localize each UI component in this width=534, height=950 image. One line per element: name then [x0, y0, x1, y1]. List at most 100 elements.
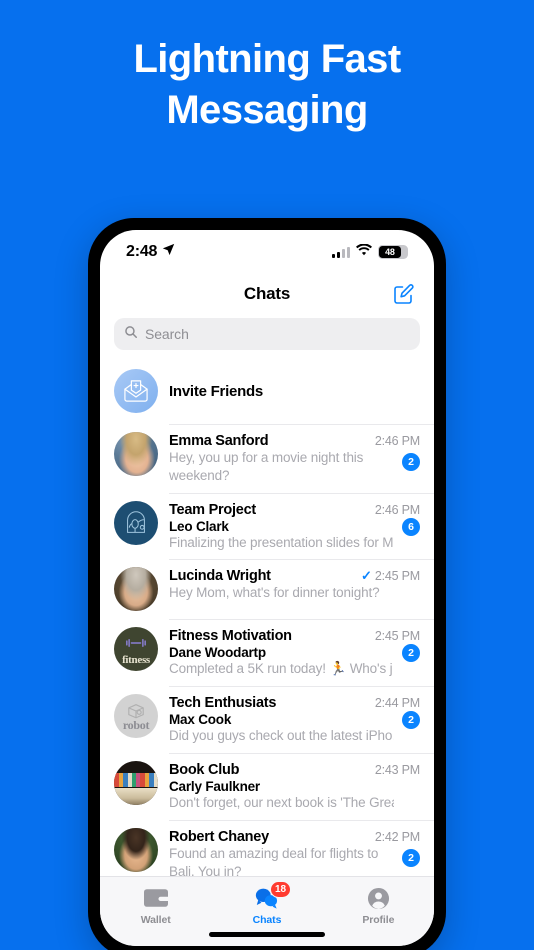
unread-badge: 2 — [402, 453, 420, 471]
chat-preview: Hey Mom, what's for dinner tonight? — [169, 585, 380, 601]
chat-meta: 2:42 PM — [375, 830, 420, 844]
chat-name: Team Project — [169, 501, 256, 518]
chat-time: 2:46 PM — [374, 502, 420, 517]
status-bar-left: 2:48 — [126, 243, 175, 261]
phone-screen: 2:48 48 Chats Search Invite Friends Emma… — [100, 230, 434, 946]
chat-body: Book Club 2:43 PM Carly Faulkner Don't f… — [169, 761, 420, 812]
headline-line-2: Messaging — [166, 88, 368, 133]
chat-time: 2:46 PM — [374, 434, 420, 448]
chat-list[interactable]: Invite Friends Emma Sanford 2:46 PM Hey,… — [100, 358, 434, 876]
chat-preview: Hey, you up for a movie night this weeke… — [169, 450, 364, 483]
fitness-logo-text: fitness — [122, 654, 150, 667]
search-placeholder: Search — [145, 326, 189, 342]
avatar — [114, 761, 158, 806]
avatar — [114, 567, 158, 612]
chat-body: Tech Enthusiats 2:44 PM Max Cook Did you… — [169, 694, 420, 745]
tab-profile-label: Profile — [362, 914, 395, 926]
chat-meta: 2:46 PM — [375, 434, 420, 448]
tab-profile[interactable]: Profile — [323, 885, 434, 926]
invite-friends-row[interactable]: Invite Friends — [100, 358, 434, 424]
chat-meta: 2:43 PM — [375, 763, 420, 777]
chat-row[interactable]: robot Tech Enthusiats 2:44 PM Max Cook D… — [100, 686, 434, 753]
chat-meta: 2:45 PM — [375, 629, 420, 643]
tab-chats-label: Chats — [252, 914, 282, 926]
chat-preview: Finalizing the presentation slides for M… — [169, 534, 394, 550]
chat-name: Emma Sanford — [169, 433, 269, 449]
nav-header: Chats — [100, 274, 434, 314]
compose-pencil-square-icon[interactable] — [392, 282, 416, 306]
avatar — [114, 432, 158, 476]
chat-name: Fitness Motivation — [169, 628, 292, 645]
chat-sender: Dane Woodartp — [169, 645, 266, 661]
status-bar: 2:48 48 — [100, 230, 434, 274]
chat-row[interactable]: fitness Fitness Motivation 2:45 PM Dane … — [100, 619, 434, 686]
location-arrow-icon — [162, 243, 175, 261]
page-title: Chats — [243, 284, 291, 303]
chat-row[interactable]: Emma Sanford 2:46 PM Hey, you up for a m… — [100, 424, 434, 493]
avatar — [114, 827, 158, 872]
promo-headline: Lightning Fast Messaging — [0, 34, 534, 136]
chat-name: Robert Chaney — [169, 828, 269, 845]
chat-time: 2:45 PM — [374, 629, 420, 644]
chat-preview: Don't forget, our next book is 'The Grea… — [169, 795, 394, 811]
search-icon — [124, 325, 138, 344]
chat-row[interactable]: Robert Chaney 2:42 PM Found an amazing d… — [100, 819, 434, 876]
invite-body: Invite Friends — [169, 382, 420, 401]
battery-icon: 48 — [378, 245, 408, 259]
status-time: 2:48 — [126, 243, 158, 260]
status-bar-right: 48 — [332, 243, 408, 261]
tab-bar: Wallet 18 Chats Profile — [100, 876, 434, 946]
chat-name: Tech Enthusiats — [169, 695, 277, 712]
chat-name: Book Club — [169, 762, 240, 779]
chat-sender: Leo Clark — [169, 518, 229, 534]
tab-wallet[interactable]: Wallet — [100, 885, 211, 926]
invite-label: Invite Friends — [169, 382, 264, 400]
unread-badge: 2 — [402, 711, 420, 730]
chat-preview: Did you guys check out the latest iPho… — [169, 728, 394, 744]
chat-preview: Found an amazing deal for flights to Bal… — [169, 845, 379, 876]
battery-level: 48 — [379, 246, 401, 258]
avatar: fitness — [114, 627, 158, 672]
avatar — [114, 500, 158, 545]
chat-bubbles-icon: 18 — [254, 881, 292, 911]
dumbbell-icon — [114, 636, 158, 650]
unread-badge: 2 — [402, 644, 420, 663]
home-indicator — [209, 932, 325, 937]
chat-meta: 2:44 PM — [375, 696, 420, 710]
chat-name: Lucinda Wright — [169, 568, 271, 585]
wallet-icon — [143, 885, 168, 911]
chat-row[interactable]: Team Project 2:46 PM Leo Clark Finalizin… — [100, 492, 434, 560]
unread-badge: 2 — [402, 848, 420, 867]
wifi-icon — [356, 243, 372, 261]
chat-row[interactable]: Lucinda Wright ✓ 2:45 PM Hey Mom, what's… — [100, 559, 434, 619]
chat-time: 2:45 PM — [374, 568, 420, 583]
search-input[interactable]: Search — [114, 318, 420, 350]
tab-chats[interactable]: 18 Chats — [211, 881, 322, 926]
chat-sender: Carly Faulkner — [169, 779, 260, 795]
monkey-logo-icon — [114, 501, 158, 545]
chat-body: Emma Sanford 2:46 PM Hey, you up for a m… — [169, 432, 420, 485]
avatar: robot — [114, 694, 158, 739]
chat-meta: ✓ 2:45 PM — [361, 569, 420, 583]
chat-body: Fitness Motivation 2:45 PM Dane Woodartp… — [169, 627, 420, 678]
phone-mockup: 2:48 48 Chats Search Invite Friends Emma… — [88, 218, 446, 950]
headline-line-1: Lightning Fast — [133, 37, 401, 81]
chat-time: 2:43 PM — [374, 763, 420, 778]
chat-sender: Max Cook — [169, 712, 232, 728]
tab-wallet-label: Wallet — [140, 914, 171, 926]
person-circle-icon — [367, 885, 390, 911]
robot-logo-text: robot — [122, 718, 150, 733]
chat-time: 2:44 PM — [374, 696, 420, 711]
chat-meta: 2:46 PM — [375, 503, 420, 517]
invite-avatar — [114, 369, 158, 413]
chat-body: Lucinda Wright ✓ 2:45 PM Hey Mom, what's… — [169, 567, 420, 606]
unread-badge: 6 — [402, 517, 420, 536]
chats-unread-badge: 18 — [269, 881, 292, 898]
chat-row[interactable]: Book Club 2:43 PM Carly Faulkner Don't f… — [100, 753, 434, 820]
read-receipt-check-icon: ✓ — [360, 568, 372, 584]
chat-preview: Completed a 5K run today! 🏃 Who's j… — [169, 661, 394, 677]
envelope-plus-icon — [114, 369, 158, 413]
search-section: Search — [100, 314, 434, 358]
chat-body: Robert Chaney 2:42 PM Found an amazing d… — [169, 828, 420, 876]
chat-time: 2:42 PM — [374, 829, 420, 844]
